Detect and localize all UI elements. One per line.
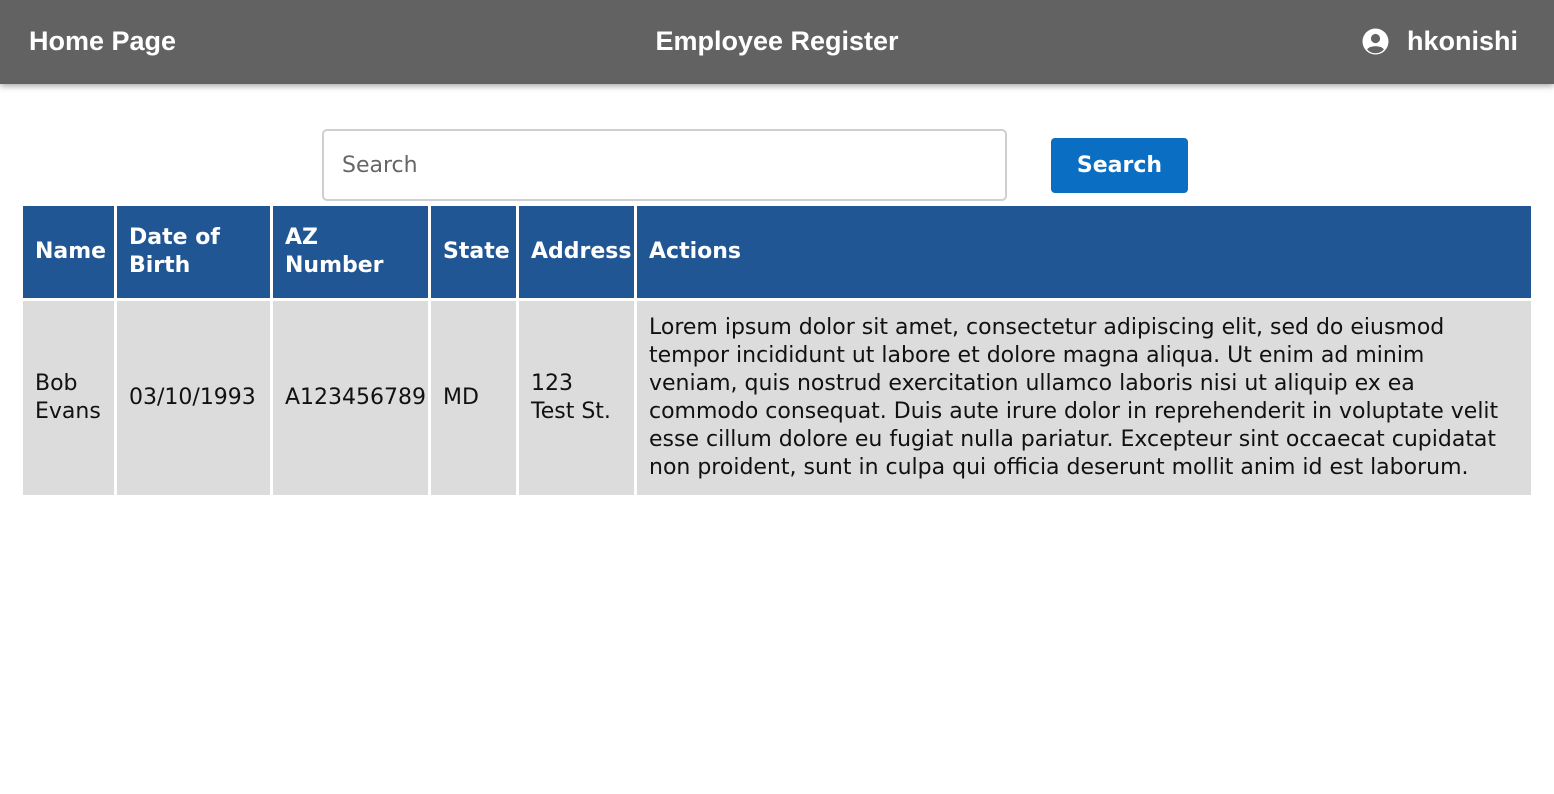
table-header-row: Name Date of Birth AZ Number State Addre… (23, 206, 1531, 298)
username-label: hkonishi (1406, 26, 1518, 56)
column-header-address: Address (519, 206, 634, 298)
cell-state: MD (431, 301, 516, 495)
employee-table: Name Date of Birth AZ Number State Addre… (20, 203, 1534, 498)
cell-name: Bob Evans (23, 301, 114, 495)
cell-az-number: A123456789 (273, 301, 428, 495)
table-row: Bob Evans 03/10/1993 A123456789 MD 123 T… (23, 301, 1531, 495)
cell-actions: Lorem ipsum dolor sit amet, consectetur … (637, 301, 1531, 495)
search-button[interactable]: Search (1051, 138, 1188, 193)
home-page-link[interactable]: Home Page (29, 25, 176, 57)
cell-address: 123 Test St. (519, 301, 634, 495)
column-header-actions: Actions (637, 206, 1531, 298)
column-header-state: State (431, 206, 516, 298)
column-header-name: Name (23, 206, 114, 298)
top-navigation-bar: Home Page Employee Register hkonishi (0, 0, 1554, 84)
search-input[interactable] (322, 129, 1007, 201)
page-title: Employee Register (655, 26, 899, 56)
column-header-date-of-birth: Date of Birth (117, 206, 270, 298)
user-circle-icon (1362, 28, 1389, 55)
column-header-az-number: AZ Number (273, 206, 428, 298)
user-menu[interactable]: hkonishi (1362, 25, 1518, 57)
cell-date-of-birth: 03/10/1993 (117, 301, 270, 495)
